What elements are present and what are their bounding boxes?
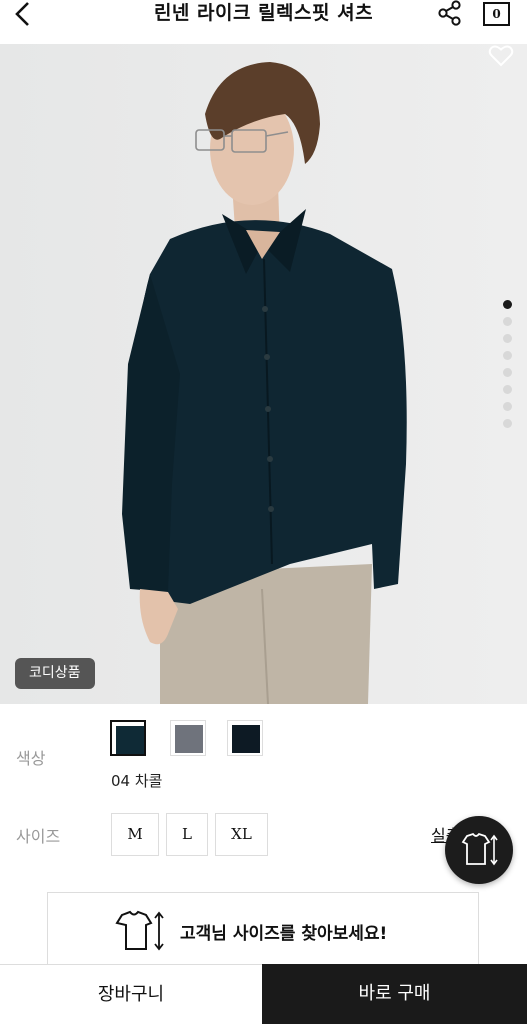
pagination-dot[interactable] [503, 300, 512, 309]
buy-now-button[interactable]: 바로 구매 [262, 964, 527, 1024]
color-swatch-2[interactable] [170, 720, 206, 756]
pagination-dot[interactable] [503, 351, 512, 360]
pagination-dot[interactable] [503, 385, 512, 394]
size-finder-button[interactable]: 고객님 사이즈를 찾아보세요! [47, 892, 479, 972]
size-option-xl[interactable]: XL [215, 813, 268, 856]
cart-button[interactable]: 0 [483, 2, 510, 26]
bottom-action-bar: 장바구니 바로 구매 [0, 964, 527, 1024]
pagination-dot[interactable] [503, 317, 512, 326]
pagination-dot[interactable] [503, 402, 512, 411]
share-icon[interactable] [436, 0, 464, 26]
image-pagination[interactable] [503, 300, 513, 436]
selected-color-name: 04 차콜 [111, 772, 163, 790]
size-finder-label: 고객님 사이즈를 찾아보세요! [180, 924, 388, 944]
model-photo [0, 44, 527, 704]
color-swatch-1[interactable] [110, 720, 146, 756]
size-option-m[interactable]: M [111, 813, 159, 856]
swatch-fill [232, 725, 260, 753]
shirt-size-icon [115, 910, 164, 951]
size-option-l[interactable]: L [166, 813, 208, 856]
shirt-size-icon [461, 832, 498, 866]
size-label: 사이즈 [16, 827, 61, 846]
product-image[interactable] [0, 44, 527, 704]
app-header: 린넨 라이크 릴렉스핏 셔츠 0 [0, 0, 527, 44]
pagination-dot[interactable] [503, 334, 512, 343]
color-swatch-3[interactable] [227, 720, 263, 756]
cart-count: 0 [492, 7, 501, 21]
swatch-fill [116, 726, 144, 754]
swatch-fill [175, 725, 203, 753]
heart-outline-icon[interactable] [488, 44, 514, 68]
codi-product-badge[interactable]: 코디상품 [15, 658, 95, 689]
add-to-cart-button[interactable]: 장바구니 [0, 964, 262, 1024]
pagination-dot[interactable] [503, 368, 512, 377]
color-label: 색상 [16, 749, 46, 768]
size-guide-fab[interactable] [445, 816, 513, 884]
pagination-dot[interactable] [503, 419, 512, 428]
